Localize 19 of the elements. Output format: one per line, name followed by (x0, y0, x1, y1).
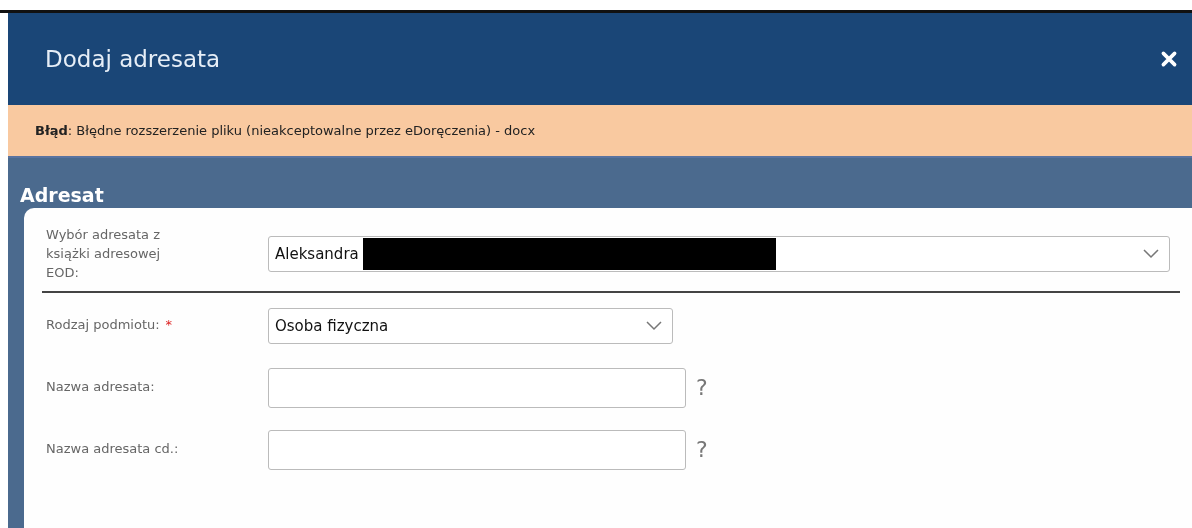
section-title: Adresat (20, 185, 104, 208)
select-field[interactable]: Aleksandra (268, 236, 1170, 273)
select-value: Aleksandra (275, 245, 359, 264)
input-field[interactable] (268, 429, 686, 470)
field-label: Wybór adresata z książki adresowej EOD: (46, 226, 162, 282)
dialog-title: Dodaj adresata (45, 46, 221, 72)
help-mark[interactable]: ? (696, 437, 708, 463)
field-label: Rodzaj podmiotu: (46, 316, 160, 335)
close-icon[interactable] (1160, 50, 1178, 68)
help-mark[interactable]: ? (696, 375, 708, 401)
chevron-icon (646, 320, 662, 331)
chevron-icon (1143, 249, 1159, 260)
error-message: Błąd: Błędne rozszerzenie pliku (nieakceptowalne przez eDoręczenia) - docx (35, 123, 536, 138)
field-label: Nazwa adresata: (46, 378, 155, 397)
select-value: Osoba fizyczna (275, 316, 389, 335)
select-field[interactable]: Osoba fizyczna (268, 307, 673, 344)
input-field[interactable] (268, 367, 686, 408)
required-mark: * (165, 316, 173, 335)
field-label: Nazwa adresata cd.: (46, 440, 179, 459)
